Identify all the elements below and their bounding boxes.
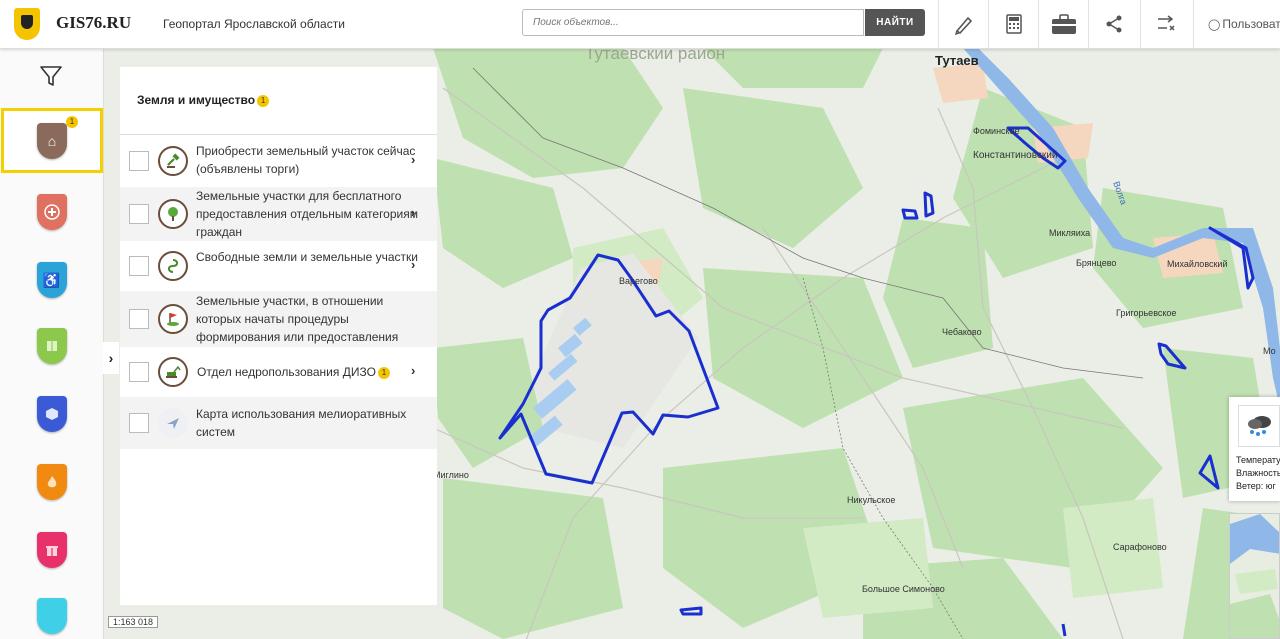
layer-item[interactable]: Отдел недропользования ДИЗО 1 › [120,347,437,397]
weather-temperature: Температура [1236,455,1280,465]
share-icon [1106,15,1122,33]
user-menu[interactable]: ◯ Пользователь [1193,0,1280,48]
layer-label: Карта использования мелиоративных систем [196,407,407,439]
excavator-icon [158,357,188,387]
rail-item-fire[interactable] [0,450,103,514]
briefcase-icon [1052,14,1076,34]
gavel-icon [158,146,188,176]
tree-icon [158,199,188,229]
layer-item[interactable]: Карта использования мелиоративных систем [120,397,437,449]
weather-humidity: Влажность [1236,468,1280,478]
top-header: GIS76.RU Геопортал Ярославской области Н… [0,0,1280,49]
map-label-village: Сарафоново [1113,542,1167,552]
map-label-village: Фоминское [973,126,1020,136]
rail-item-health[interactable] [0,180,103,244]
map-label-village: Брянцево [1076,258,1117,268]
minimap-graphics [1230,514,1279,638]
rail-item-education[interactable] [0,314,103,378]
layer-checkbox[interactable] [129,204,149,224]
rail-item-more[interactable] [0,586,103,639]
user-icon: ◯ [1208,18,1221,31]
map-label-village: Чебаково [942,327,982,337]
filter-button[interactable] [39,64,63,93]
chevron-right-icon[interactable]: › [411,152,415,167]
layer-checkbox[interactable] [129,362,149,382]
map-scale: 1:163 018 [108,616,159,628]
switch-arrows-icon [1158,15,1175,31]
map-label-village: Большое Симоново [862,584,945,594]
yaroslavl-coat-of-arms-logo[interactable] [14,8,40,40]
rail-item-shopping[interactable] [0,518,103,582]
map-label-village: Миглино [433,470,469,480]
briefcase-button[interactable] [1038,0,1089,48]
map-label-village: Мо [1263,346,1276,356]
search-button[interactable]: НАЙТИ [865,9,925,36]
panel-title-badge: 1 [257,94,270,107]
panel-title: Земля и имущество 1 [137,93,270,107]
map-label-village: Никульское [847,495,896,505]
layer-checkbox[interactable] [129,413,149,433]
map-label-village: Микляиха [1049,228,1091,238]
map-label-village: Константиновский [973,150,1058,161]
layer-label: Свободные земли и земельные участки [196,250,418,264]
book-icon [36,328,67,364]
flag-icon [158,304,188,334]
flame-icon [36,464,67,500]
share-button[interactable] [1088,0,1139,48]
category-sidebar: ⌂ 1 ♿ [0,48,104,639]
swirl-icon [158,251,188,281]
overview-minimap[interactable] [1229,513,1280,639]
layer-item[interactable]: Земельные участки для бесплатного предос… [120,187,437,241]
compare-layers-button[interactable] [1140,0,1191,48]
layer-label: Приобрести земельный участок сейчас (объ… [196,144,416,176]
chevron-right-icon[interactable]: › [411,363,415,378]
layer-badge: 1 [377,366,390,379]
site-brand[interactable]: GIS76.RU [56,13,131,33]
layer-label: Земельные участки для бесплатного предос… [196,189,418,239]
search-input[interactable] [522,9,864,36]
category-icon [36,598,67,634]
rail-item-objects[interactable] [0,382,103,446]
layer-item[interactable]: Свободные земли и земельные участки › [120,241,437,291]
layer-label: Отдел недропользования ДИЗО 1 [197,363,422,381]
measure-tool-button[interactable] [938,0,989,48]
chevron-right-icon[interactable]: › [411,257,415,272]
layer-item[interactable]: Земельные участки, в отношении которых н… [120,291,437,347]
calculator-icon [1006,14,1022,34]
rail-item-land-property[interactable]: ⌂ 1 [1,108,103,173]
weather-wind: Ветер: юг [1236,481,1276,491]
layer-checkbox[interactable] [129,256,149,276]
layer-label-text: Отдел недропользования ДИЗО [197,365,376,379]
snow-cloud-icon [1238,405,1280,447]
rail-item-badge: 1 [66,116,78,128]
rail-item-accessibility[interactable]: ♿ [0,248,103,312]
panel-title-text: Земля и имущество [137,93,256,107]
house-icon: ⌂ [37,122,67,159]
chevron-right-icon[interactable]: › [411,205,415,220]
map-label-village: Варегово [619,276,658,286]
pencil-ruler-icon [954,16,973,35]
medical-cross-icon [36,194,67,230]
collapse-panel-toggle[interactable]: › [103,342,119,374]
calculator-button[interactable] [988,0,1039,48]
site-subtitle: Геопортал Ярославской области [163,17,345,31]
weather-widget[interactable]: Температура Влажность Ветер: юг [1229,397,1280,501]
layer-panel: Земля и имущество 1 Приобрести земельный … [120,67,437,605]
map-label-village: Михайловский [1167,259,1228,269]
plane-icon [158,408,188,438]
layer-checkbox[interactable] [129,151,149,171]
map-label-city: Тутаев [935,53,979,68]
cube-icon [36,396,67,432]
filter-funnel-icon [40,66,62,86]
gift-icon [36,532,67,568]
layer-item[interactable]: Приобрести земельный участок сейчас (объ… [120,135,437,187]
map-label-village: Григорьевское [1116,308,1177,318]
layer-checkbox[interactable] [129,309,149,329]
map-label-region: Тутаевский район [585,48,726,63]
user-label: Пользователь [1222,17,1280,31]
wheelchair-icon: ♿ [36,262,67,298]
chevron-right-icon: › [108,350,114,366]
layer-label: Земельные участки, в отношении которых н… [196,294,399,344]
